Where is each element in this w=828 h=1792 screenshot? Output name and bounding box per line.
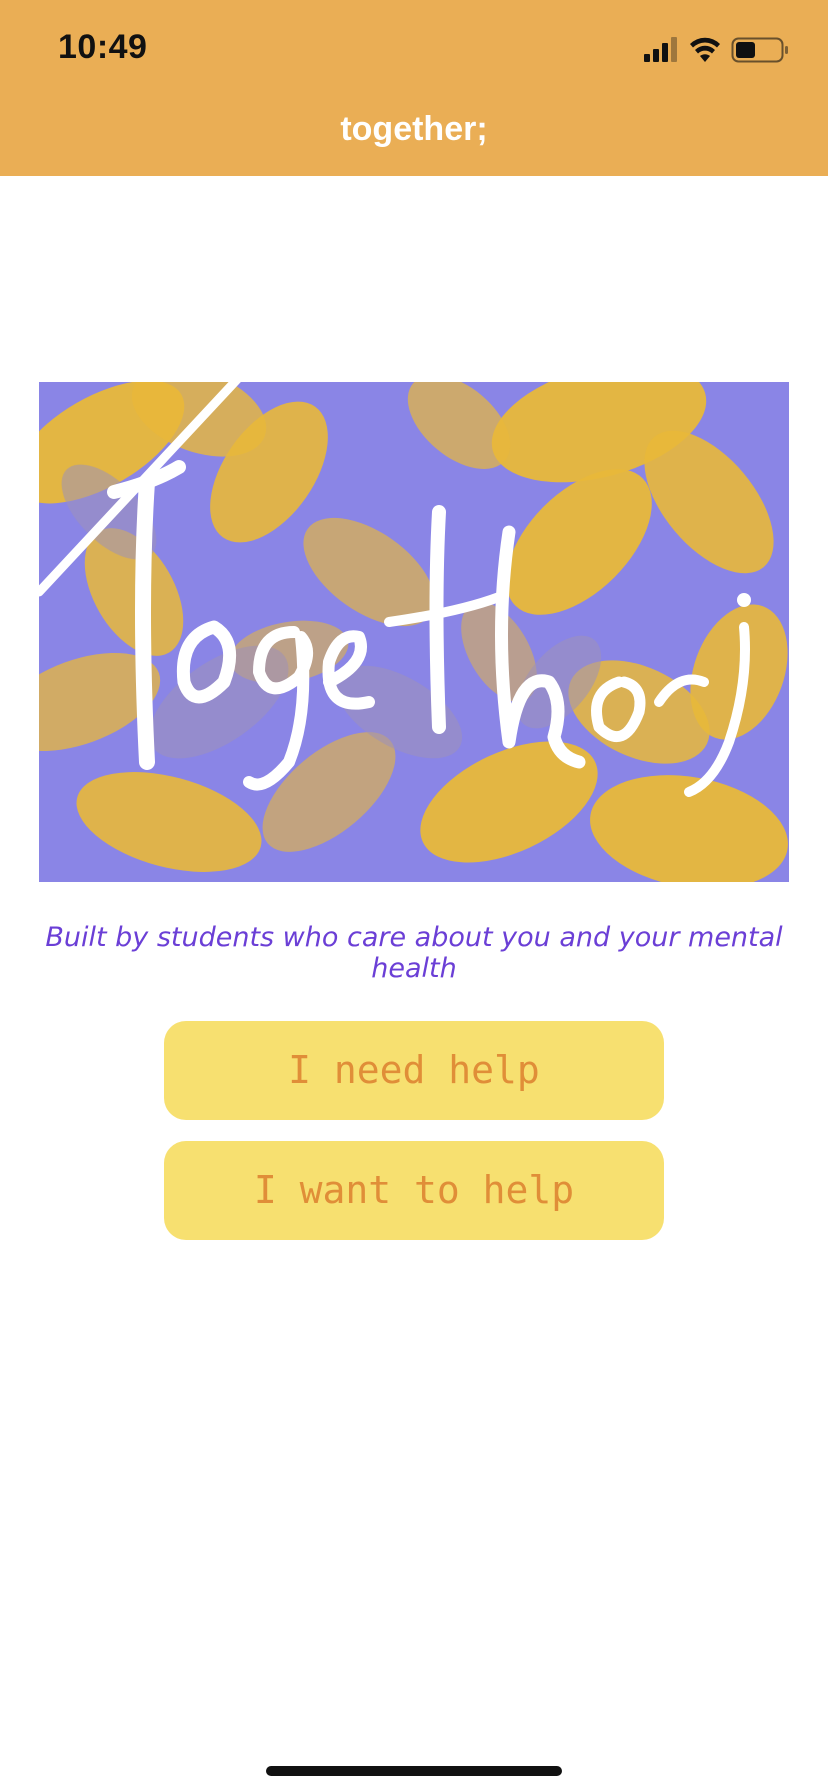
status-icons xyxy=(644,37,788,63)
wifi-icon xyxy=(690,37,720,62)
want-to-help-button[interactable]: I want to help xyxy=(164,1141,664,1240)
tagline: Built by students who care about you and… xyxy=(45,922,783,984)
status-time: 10:49 xyxy=(58,28,148,66)
home-indicator[interactable] xyxy=(266,1766,562,1776)
home-screen: 10:49 together; Built by students who ca… xyxy=(0,0,828,1792)
battery-icon xyxy=(731,37,788,63)
hero-image xyxy=(39,382,789,882)
hero-illustration xyxy=(39,382,789,882)
signal-icon xyxy=(644,37,677,62)
header-bar: 10:49 together; xyxy=(0,0,828,176)
need-help-button[interactable]: I need help xyxy=(164,1021,664,1120)
nav-title: together; xyxy=(340,110,488,148)
